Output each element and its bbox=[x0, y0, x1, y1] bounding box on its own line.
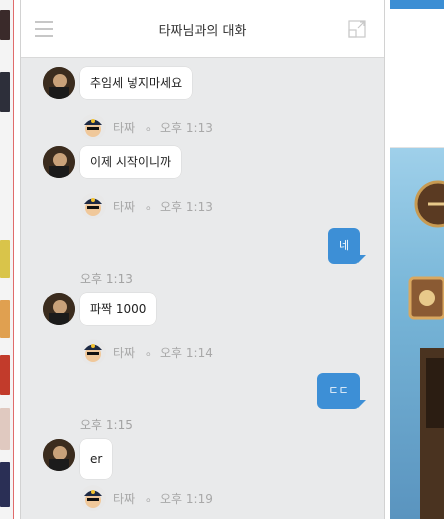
message-bubble[interactable]: er bbox=[80, 439, 113, 479]
message-bubble[interactable]: 추임세 넣지마세요 bbox=[80, 67, 193, 99]
thumbnail-image bbox=[0, 240, 10, 278]
message-time: 오후 1:13 bbox=[160, 200, 213, 214]
thumbnail-image bbox=[0, 355, 10, 395]
chat-header: 타짜님과의 대화 bbox=[21, 0, 384, 58]
thumbnail-image bbox=[0, 462, 10, 507]
thumbnail-image bbox=[0, 10, 10, 40]
sender-name: 타짜 bbox=[113, 121, 136, 135]
content-area bbox=[390, 9, 444, 148]
message-bubble[interactable]: 파짝 1000 bbox=[80, 293, 157, 325]
message-list[interactable]: 추임세 넣지마세요 타짜 。 오후 1:13 이제 시작이니까 타짜 。 오후 … bbox=[21, 58, 384, 519]
thumbnail-image bbox=[0, 300, 10, 338]
message-meta: 타짜 。 오후 1:19 bbox=[80, 485, 220, 511]
outgoing-message-bubble[interactable]: 네 bbox=[328, 228, 360, 264]
message-time: 오후 1:15 bbox=[80, 418, 133, 432]
avatar[interactable] bbox=[43, 67, 75, 99]
thumbnail-image bbox=[0, 72, 10, 112]
message-time: 오후 1:13 bbox=[80, 272, 133, 286]
message-meta: 타짜 。 오후 1:13 bbox=[80, 193, 220, 219]
top-bar bbox=[390, 0, 444, 9]
message-meta: 타짜 。 오후 1:14 bbox=[80, 339, 220, 365]
message-time: 오후 1:13 bbox=[160, 121, 213, 135]
game-artwork bbox=[390, 148, 444, 519]
thumbnail-image bbox=[0, 408, 10, 450]
sender-name: 타짜 bbox=[113, 200, 136, 214]
sender-name: 타짜 bbox=[113, 346, 136, 360]
avatar[interactable] bbox=[43, 439, 75, 471]
outgoing-message-bubble[interactable]: ㄷㄷ bbox=[317, 373, 360, 409]
sender-avatar-icon bbox=[80, 339, 106, 365]
bubble-tail bbox=[358, 255, 366, 263]
bubble-tail bbox=[358, 400, 366, 408]
message-bubble[interactable]: 이제 시작이니까 bbox=[80, 146, 182, 178]
chat-window: 타짜님과의 대화 추임세 넣지마세요 타짜 。 오후 1:13 이제 시작이니까… bbox=[20, 0, 385, 519]
sender-name: 타짜 bbox=[113, 492, 136, 506]
sender-avatar-icon bbox=[80, 485, 106, 511]
avatar[interactable] bbox=[43, 293, 75, 325]
avatar[interactable] bbox=[43, 146, 75, 178]
message-time: 오후 1:14 bbox=[160, 346, 213, 360]
message-meta: 타짜 。 오후 1:13 bbox=[80, 114, 220, 140]
expand-icon[interactable] bbox=[348, 20, 366, 38]
background-page-left bbox=[0, 0, 14, 519]
sender-avatar-icon bbox=[80, 193, 106, 219]
message-time: 오후 1:19 bbox=[160, 492, 213, 506]
screen: 타짜님과의 대화 추임세 넣지마세요 타짜 。 오후 1:13 이제 시작이니까… bbox=[0, 0, 444, 519]
background-page-right bbox=[390, 0, 444, 519]
sender-avatar-icon bbox=[80, 114, 106, 140]
chat-title: 타짜님과의 대화 bbox=[158, 24, 247, 39]
